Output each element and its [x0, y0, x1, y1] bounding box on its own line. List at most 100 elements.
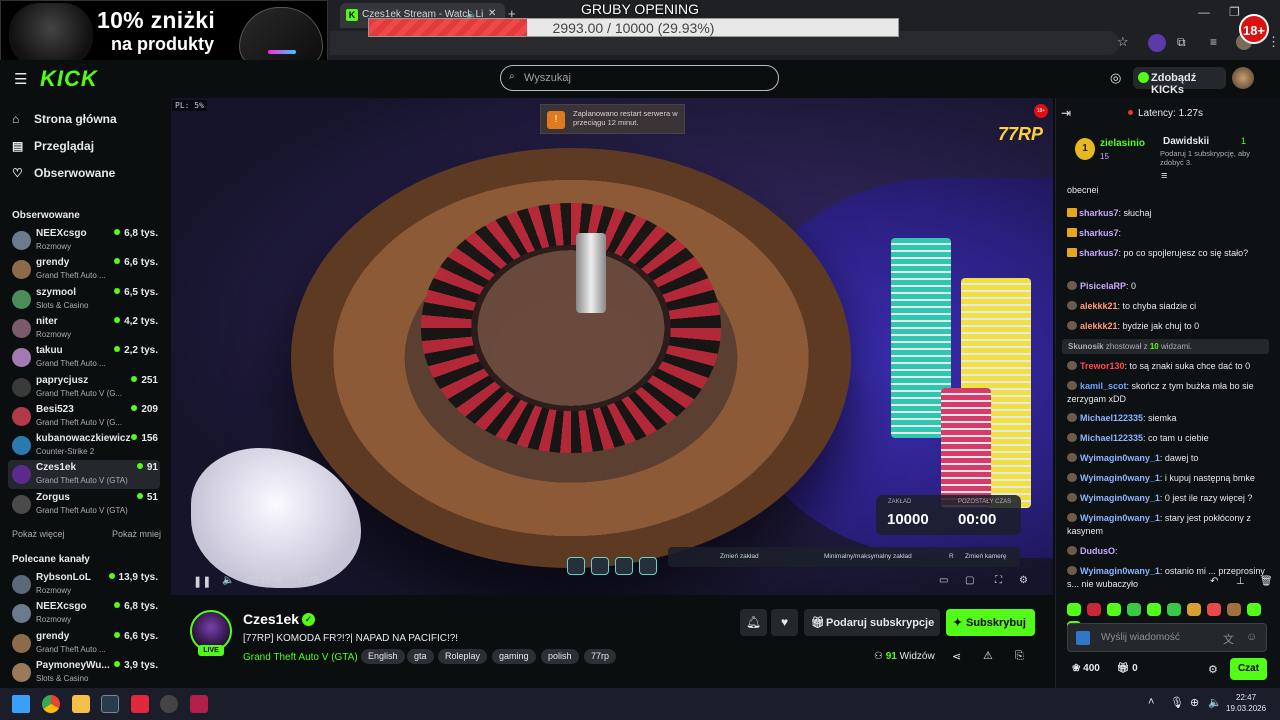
network-icon[interactable]: ⊕: [1190, 696, 1199, 709]
chat-message[interactable]: PisicelaRP: 0: [1067, 280, 1272, 293]
chat-username[interactable]: Michael122335: [1080, 413, 1143, 423]
extensions-puzzle-icon[interactable]: ⧉: [1177, 35, 1186, 50]
volume-icon[interactable]: 🔈: [222, 575, 234, 586]
chat-username[interactable]: sharkus7: [1079, 248, 1119, 258]
chat-username[interactable]: Wyimagin0wany_1: [1080, 473, 1160, 483]
chat-message[interactable]: obecnei: [1067, 184, 1272, 197]
emote-icon[interactable]: [1107, 603, 1121, 616]
gift-subscription-button[interactable]: 🎁︎ Podaruj subskrypcje: [804, 609, 940, 636]
captions-icon[interactable]: ▭: [939, 575, 948, 586]
tray-chevron-icon[interactable]: ˄: [1148, 696, 1154, 708]
sidebar-channel[interactable]: grendy Grand Theft Auto ... 6,6 tys.: [8, 629, 160, 658]
emote-icon[interactable]: [1067, 603, 1081, 616]
pause-icon[interactable]: ❚❚: [193, 575, 211, 588]
emote-icon[interactable]: [1147, 603, 1161, 616]
chat-username[interactable]: sharkus7: [1079, 228, 1119, 238]
chat-message[interactable]: Trewor130: to są znaki suka chce dać to …: [1067, 360, 1272, 373]
chat-username[interactable]: Wyimagin0wany_1: [1080, 493, 1160, 503]
chat-username[interactable]: alekkk21: [1080, 321, 1118, 331]
kick-points[interactable]: ❀ 400 🎁︎ 0: [1072, 663, 1138, 674]
sidebar-channel[interactable]: grendy Grand Theft Auto ... 6,6 tys.: [8, 255, 160, 284]
minimize-icon[interactable]: —: [1198, 5, 1210, 19]
reading-list-icon[interactable]: ≡: [1210, 35, 1217, 49]
sidebar-channel[interactable]: NEEXcsgo Rozmowy 6,8 tys.: [8, 226, 160, 255]
chat-username[interactable]: Michael122335: [1080, 433, 1143, 443]
chat-username[interactable]: Wyimagin0wany_1: [1080, 513, 1160, 523]
emote-icon[interactable]: [1087, 603, 1101, 616]
system-clock[interactable]: 22:47 19.03.2026: [1226, 692, 1266, 714]
emoji-icon[interactable]: ☺: [1246, 631, 1257, 643]
settings-icon[interactable]: ⚙: [1019, 575, 1028, 586]
user-avatar[interactable]: [1232, 67, 1254, 89]
follow-button[interactable]: ♥: [771, 609, 798, 636]
chat-message[interactable]: sharkus7: słuchaj: [1067, 207, 1272, 220]
sidebar-channel[interactable]: PaymoneyWu... Slots & Casino 3,9 tys.: [8, 658, 160, 687]
chat-message[interactable]: Michael122335: siemka: [1067, 412, 1272, 425]
subscribe-button[interactable]: ✦ Subskrybuj: [946, 609, 1035, 636]
chat-message[interactable]: Wyimagin0wany_1: 0 jest ile razy więcej …: [1067, 492, 1272, 505]
chat-message[interactable]: Wyimagin0wany_1: dawej to: [1067, 452, 1272, 465]
sidebar-channel[interactable]: Zorgus Grand Theft Auto V (GTA) 51: [8, 490, 160, 519]
chat-message[interactable]: sharkus7: po co spojlerujesz co się stał…: [1067, 247, 1272, 260]
chat-username[interactable]: Wyimagin0wany_1: [1080, 453, 1160, 463]
show-more-link[interactable]: Pokaż więcej: [12, 529, 65, 539]
chat-message[interactable]: DudusO:: [1067, 545, 1272, 558]
tag-chip[interactable]: Roleplay: [438, 649, 488, 664]
sidebar-channel[interactable]: szymool Slots & Casino 6,5 tys.: [8, 285, 160, 314]
speaker-icon[interactable]: 🔈: [1208, 696, 1222, 709]
sidebar-channel[interactable]: Besi523 Grand Theft Auto V (G... 209: [8, 402, 160, 431]
chat-message[interactable]: Wyimagin0wany_1: i kupuj następną bmke: [1067, 472, 1272, 485]
hamburger-menu-icon[interactable]: ☰: [14, 70, 27, 88]
emote-icon[interactable]: [1207, 603, 1221, 616]
file-explorer-icon[interactable]: [72, 695, 90, 713]
get-kicks-button[interactable]: Zdobądź KICKs: [1133, 67, 1226, 96]
windows-start-icon[interactable]: [12, 695, 30, 713]
top-gifter-name[interactable]: zielasinio: [1100, 138, 1145, 149]
sidebar-channel[interactable]: Czes1ek Grand Theft Auto V (GTA) 91: [8, 460, 160, 490]
chat-message[interactable]: alekkk21: to chyba siadzie ci: [1067, 300, 1272, 313]
search-input[interactable]: Wyszukaj: [500, 65, 779, 91]
translate-icon[interactable]: 文: [1223, 631, 1234, 647]
chat-username[interactable]: kamil_scot: [1080, 381, 1127, 391]
chat-username[interactable]: alekkk21: [1080, 301, 1118, 311]
sidebar-channel[interactable]: paprycjusz Grand Theft Auto V (G... 251: [8, 373, 160, 402]
gifter-name[interactable]: Dawidskii: [1163, 136, 1209, 147]
chat-message[interactable]: Wyimagin0wany_1: stary jest pokłócony z …: [1067, 512, 1272, 538]
reply-icon[interactable]: ↶: [1210, 576, 1218, 587]
mic-icon[interactable]: 🎙︎: [1170, 696, 1184, 709]
emote-icon[interactable]: [1247, 603, 1261, 616]
emote-icon[interactable]: [1127, 603, 1141, 616]
notification-bell-button[interactable]: 🔔︎: [740, 609, 767, 636]
sidebar-nav-browse[interactable]: ▤ Przeglądaj: [12, 139, 94, 153]
maximize-icon[interactable]: ❐: [1229, 5, 1240, 19]
tag-chip[interactable]: polish: [541, 649, 579, 664]
sidebar-channel[interactable]: kubanowaczkiewicz Counter-Strike 2 156: [8, 431, 160, 460]
stream-category[interactable]: Grand Theft Auto V (GTA): [243, 652, 358, 663]
tag-chip[interactable]: English: [361, 649, 405, 664]
tag-chip[interactable]: gaming: [492, 649, 536, 664]
emote-icon[interactable]: [1227, 603, 1241, 616]
chrome-icon[interactable]: [42, 695, 60, 713]
chat-input[interactable]: Wyślij wiadomość 文 ☺: [1067, 623, 1267, 652]
chat-message[interactable]: Michael122335: co tam u ciebie: [1067, 432, 1272, 445]
tag-chip[interactable]: gta: [407, 649, 434, 664]
report-icon[interactable]: ⚠: [983, 649, 993, 662]
xbox-icon[interactable]: [101, 695, 119, 713]
theater-icon[interactable]: ▢: [965, 575, 974, 586]
share-icon[interactable]: ⋖: [952, 650, 961, 663]
app-icon[interactable]: [160, 695, 178, 713]
chat-message[interactable]: sharkus7:: [1067, 227, 1272, 240]
clip-icon[interactable]: ⎘: [1015, 650, 1024, 663]
notifications-icon[interactable]: ◎: [1110, 70, 1121, 86]
browser-menu-icon[interactable]: ⋮: [1267, 34, 1280, 50]
sidebar-channel[interactable]: RybsonLoL Rozmowy 13,9 tys.: [8, 570, 160, 599]
sidebar-nav-home[interactable]: ⌂ Strona główna: [12, 112, 117, 126]
sidebar-channel[interactable]: NEEXcsgo Rozmowy 6,8 tys.: [8, 599, 160, 628]
tag-chip[interactable]: 77rp: [584, 649, 617, 664]
fullscreen-icon[interactable]: ⛶: [995, 575, 1002, 586]
chat-username[interactable]: Trewor130: [1080, 361, 1125, 371]
chat-settings-icon[interactable]: ⚙: [1208, 663, 1218, 676]
chat-send-button[interactable]: Czat: [1230, 658, 1267, 680]
streamer-name[interactable]: Czes1ek: [243, 611, 299, 627]
chat-username[interactable]: PisicelaRP: [1080, 281, 1126, 291]
